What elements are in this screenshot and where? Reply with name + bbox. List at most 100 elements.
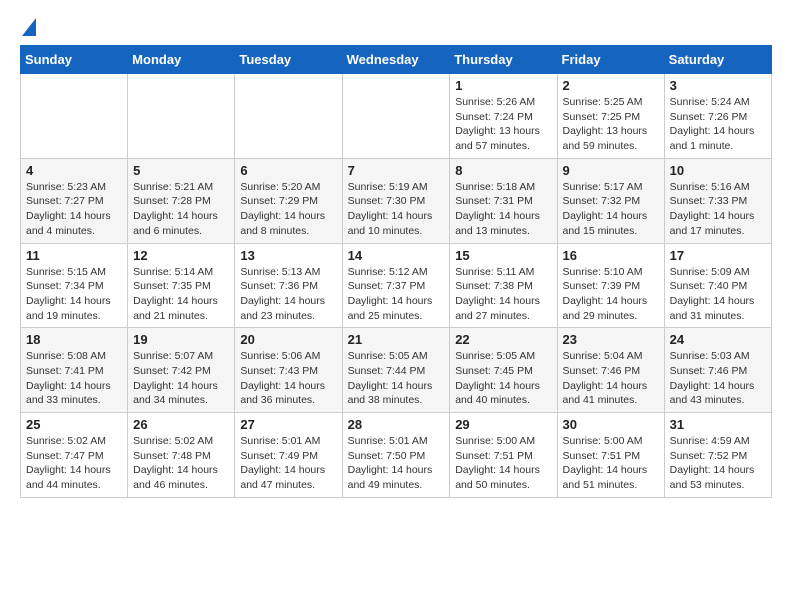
calendar-cell: 30 Sunrise: 5:00 AM Sunset: 7:51 PM Dayli… [557,413,664,498]
calendar-header-row: SundayMondayTuesdayWednesdayThursdayFrid… [21,46,772,74]
day-info: Sunrise: 5:03 AM Sunset: 7:46 PM Dayligh… [670,349,766,408]
day-number: 21 [348,332,445,347]
page: SundayMondayTuesdayWednesdayThursdayFrid… [0,0,792,516]
day-info: Sunrise: 5:08 AM Sunset: 7:41 PM Dayligh… [26,349,122,408]
calendar-cell: 18 Sunrise: 5:08 AM Sunset: 7:41 PM Dayli… [21,328,128,413]
calendar-cell: 3Sunrise: 5:24 AM Sunset: 7:26 PM Daylig… [664,74,771,159]
day-number: 10 [670,163,766,178]
calendar-cell: 24 Sunrise: 5:03 AM Sunset: 7:46 PM Dayli… [664,328,771,413]
calendar-cell: 31 Sunrise: 4:59 AM Sunset: 7:52 PM Dayli… [664,413,771,498]
day-number: 7 [348,163,445,178]
calendar-cell: 19Sunrise: 5:07 AM Sunset: 7:42 PM Dayli… [128,328,235,413]
calendar-cell: 25 Sunrise: 5:02 AM Sunset: 7:47 PM Dayli… [21,413,128,498]
day-info: Sunrise: 5:14 AM Sunset: 7:35 PM Dayligh… [133,265,229,324]
weekday-header-monday: Monday [128,46,235,74]
calendar-cell: 6 Sunrise: 5:20 AM Sunset: 7:29 PM Daylig… [235,158,342,243]
calendar-cell: 17 Sunrise: 5:09 AM Sunset: 7:40 PM Dayli… [664,243,771,328]
day-number: 4 [26,163,122,178]
calendar-cell: 16 Sunrise: 5:10 AM Sunset: 7:39 PM Dayli… [557,243,664,328]
day-info: Sunrise: 5:25 AM Sunset: 7:25 PM Dayligh… [563,95,659,154]
day-info: Sunrise: 5:05 AM Sunset: 7:45 PM Dayligh… [455,349,551,408]
weekday-header-tuesday: Tuesday [235,46,342,74]
day-number: 24 [670,332,766,347]
calendar-cell [128,74,235,159]
day-info: Sunrise: 5:00 AM Sunset: 7:51 PM Dayligh… [455,434,551,493]
calendar-cell: 9Sunrise: 5:17 AM Sunset: 7:32 PM Daylig… [557,158,664,243]
day-number: 22 [455,332,551,347]
day-info: Sunrise: 5:02 AM Sunset: 7:48 PM Dayligh… [133,434,229,493]
day-info: Sunrise: 5:16 AM Sunset: 7:33 PM Dayligh… [670,180,766,239]
calendar-week-row: 25 Sunrise: 5:02 AM Sunset: 7:47 PM Dayli… [21,413,772,498]
weekday-header-thursday: Thursday [450,46,557,74]
day-number: 18 [26,332,122,347]
day-info: Sunrise: 5:15 AM Sunset: 7:34 PM Dayligh… [26,265,122,324]
calendar-cell: 23 Sunrise: 5:04 AM Sunset: 7:46 PM Dayli… [557,328,664,413]
day-number: 31 [670,417,766,432]
calendar-table: SundayMondayTuesdayWednesdayThursdayFrid… [20,45,772,498]
day-info: Sunrise: 5:21 AM Sunset: 7:28 PM Dayligh… [133,180,229,239]
day-info: Sunrise: 5:26 AM Sunset: 7:24 PM Dayligh… [455,95,551,154]
day-number: 13 [240,248,336,263]
calendar-cell: 27 Sunrise: 5:01 AM Sunset: 7:49 PM Dayli… [235,413,342,498]
day-number: 2 [563,78,659,93]
day-number: 26 [133,417,229,432]
day-number: 14 [348,248,445,263]
logo [20,18,36,35]
day-info: Sunrise: 5:10 AM Sunset: 7:39 PM Dayligh… [563,265,659,324]
day-info: Sunrise: 5:12 AM Sunset: 7:37 PM Dayligh… [348,265,445,324]
day-info: Sunrise: 5:18 AM Sunset: 7:31 PM Dayligh… [455,180,551,239]
day-number: 8 [455,163,551,178]
calendar-cell: 5Sunrise: 5:21 AM Sunset: 7:28 PM Daylig… [128,158,235,243]
calendar-week-row: 11 Sunrise: 5:15 AM Sunset: 7:34 PM Dayli… [21,243,772,328]
calendar-cell: 29 Sunrise: 5:00 AM Sunset: 7:51 PM Dayli… [450,413,557,498]
calendar-cell: 28Sunrise: 5:01 AM Sunset: 7:50 PM Dayli… [342,413,450,498]
day-number: 15 [455,248,551,263]
day-info: Sunrise: 5:20 AM Sunset: 7:29 PM Dayligh… [240,180,336,239]
weekday-header-friday: Friday [557,46,664,74]
calendar-cell: 7Sunrise: 5:19 AM Sunset: 7:30 PM Daylig… [342,158,450,243]
day-number: 29 [455,417,551,432]
calendar-cell: 13 Sunrise: 5:13 AM Sunset: 7:36 PM Dayli… [235,243,342,328]
calendar-cell: 21 Sunrise: 5:05 AM Sunset: 7:44 PM Dayli… [342,328,450,413]
calendar-cell: 10 Sunrise: 5:16 AM Sunset: 7:33 PM Dayli… [664,158,771,243]
day-info: Sunrise: 5:01 AM Sunset: 7:49 PM Dayligh… [240,434,336,493]
day-info: Sunrise: 5:04 AM Sunset: 7:46 PM Dayligh… [563,349,659,408]
day-number: 11 [26,248,122,263]
calendar-cell [342,74,450,159]
calendar-week-row: 4 Sunrise: 5:23 AM Sunset: 7:27 PM Daylig… [21,158,772,243]
header [20,18,772,35]
day-number: 27 [240,417,336,432]
day-info: Sunrise: 5:24 AM Sunset: 7:26 PM Dayligh… [670,95,766,154]
logo-triangle-icon [22,18,36,36]
day-info: Sunrise: 5:00 AM Sunset: 7:51 PM Dayligh… [563,434,659,493]
weekday-header-sunday: Sunday [21,46,128,74]
day-number: 30 [563,417,659,432]
day-info: Sunrise: 5:13 AM Sunset: 7:36 PM Dayligh… [240,265,336,324]
calendar-cell: 12Sunrise: 5:14 AM Sunset: 7:35 PM Dayli… [128,243,235,328]
day-info: Sunrise: 5:02 AM Sunset: 7:47 PM Dayligh… [26,434,122,493]
day-info: Sunrise: 5:05 AM Sunset: 7:44 PM Dayligh… [348,349,445,408]
day-number: 1 [455,78,551,93]
calendar-cell [21,74,128,159]
calendar-cell: 20 Sunrise: 5:06 AM Sunset: 7:43 PM Dayli… [235,328,342,413]
calendar-cell: 22 Sunrise: 5:05 AM Sunset: 7:45 PM Dayli… [450,328,557,413]
day-info: Sunrise: 5:17 AM Sunset: 7:32 PM Dayligh… [563,180,659,239]
day-info: Sunrise: 5:06 AM Sunset: 7:43 PM Dayligh… [240,349,336,408]
day-number: 23 [563,332,659,347]
day-info: Sunrise: 5:23 AM Sunset: 7:27 PM Dayligh… [26,180,122,239]
day-number: 17 [670,248,766,263]
day-info: Sunrise: 5:01 AM Sunset: 7:50 PM Dayligh… [348,434,445,493]
calendar-cell: 1 Sunrise: 5:26 AM Sunset: 7:24 PM Daylig… [450,74,557,159]
calendar-cell: 14 Sunrise: 5:12 AM Sunset: 7:37 PM Dayli… [342,243,450,328]
calendar-cell: 15 Sunrise: 5:11 AM Sunset: 7:38 PM Dayli… [450,243,557,328]
calendar-week-row: 18 Sunrise: 5:08 AM Sunset: 7:41 PM Dayli… [21,328,772,413]
day-info: Sunrise: 5:09 AM Sunset: 7:40 PM Dayligh… [670,265,766,324]
calendar-cell [235,74,342,159]
day-number: 19 [133,332,229,347]
day-number: 25 [26,417,122,432]
day-number: 6 [240,163,336,178]
day-number: 20 [240,332,336,347]
day-info: Sunrise: 5:11 AM Sunset: 7:38 PM Dayligh… [455,265,551,324]
day-info: Sunrise: 4:59 AM Sunset: 7:52 PM Dayligh… [670,434,766,493]
day-number: 16 [563,248,659,263]
